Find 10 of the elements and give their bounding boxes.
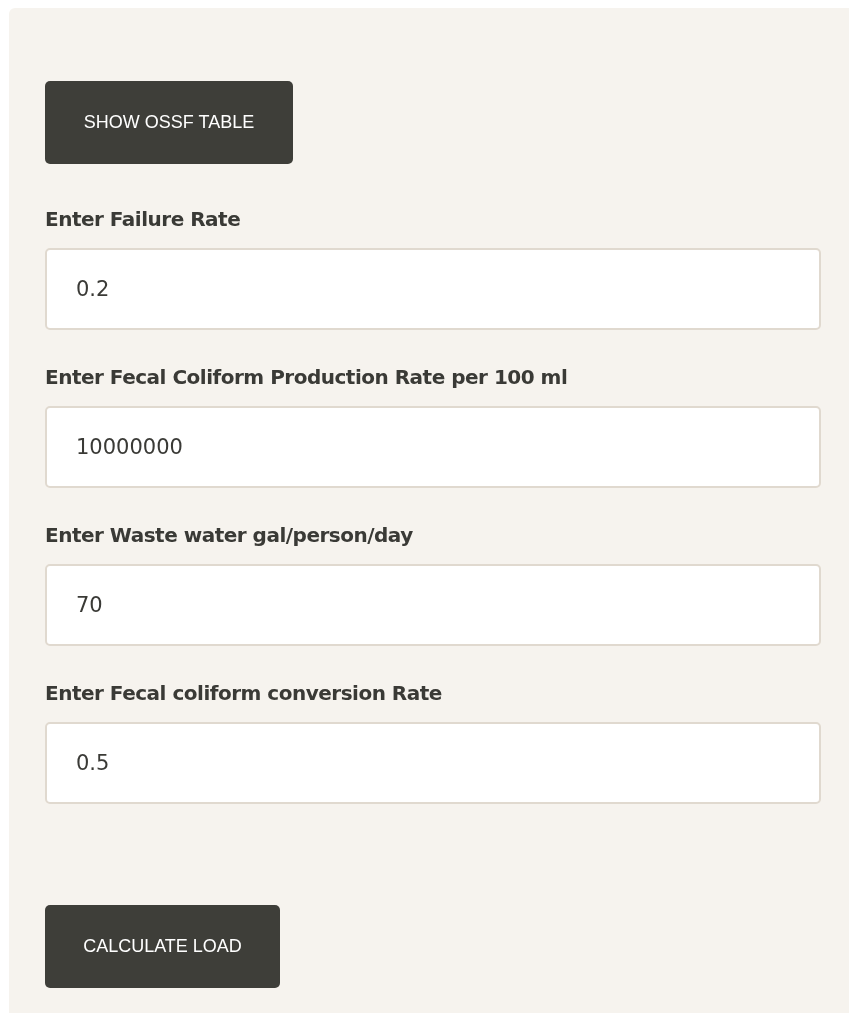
field-label: Enter Waste water gal/person/day [45,522,413,548]
input-field[interactable]: 0.5 [45,722,821,804]
input-field[interactable]: 10000000 [45,406,821,488]
field-label: Enter Fecal coliform conversion Rate [45,680,442,706]
field-label: Enter Failure Rate [45,206,241,232]
input-field[interactable]: 0.2 [45,248,821,330]
field-label: Enter Fecal Coliform Production Rate per 100 ml [45,364,568,390]
calculate-button[interactable]: CALCULATE LOAD [45,905,280,988]
show-table-button[interactable]: SHOW OSSF TABLE [45,81,293,164]
input-field[interactable]: 70 [45,564,821,646]
